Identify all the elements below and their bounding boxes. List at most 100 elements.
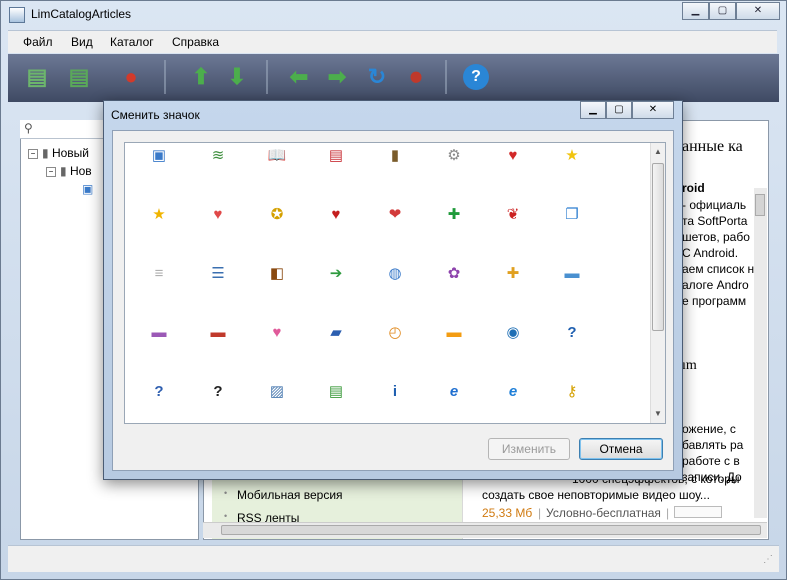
book-brown-icon[interactable]: ◧ xyxy=(267,264,287,284)
meta-separator: | xyxy=(538,506,542,520)
heart-red-icon[interactable]: ♥ xyxy=(208,205,228,225)
question-circle-icon[interactable]: ? xyxy=(562,323,582,343)
title-bar: LimCatalogArticles ▁ ▢ ✕ xyxy=(1,1,786,29)
article-line: - официаль xyxy=(682,198,747,212)
article-line: алоге Andro xyxy=(682,278,749,292)
help-book-icon[interactable]: ? xyxy=(149,382,169,402)
notebook-icon[interactable]: ▤ xyxy=(326,146,346,166)
article-line: шетов, рабо xyxy=(682,230,750,244)
tree-node-child[interactable]: − ▮ Нов xyxy=(46,164,92,178)
folder-red-icon[interactable]: ▬ xyxy=(208,323,228,343)
search-icon: ⚲ xyxy=(24,121,33,135)
key-icon[interactable]: ⚷ xyxy=(562,382,582,402)
catalog-icon: ▮ xyxy=(60,164,67,178)
add-catalog-icon[interactable]: ▤ xyxy=(22,62,52,92)
star-icon[interactable]: ★ xyxy=(562,146,582,166)
collapse-icon[interactable]: − xyxy=(28,148,38,159)
document-heart-icon[interactable]: ❦ xyxy=(503,205,523,225)
menu-help[interactable]: Справка xyxy=(172,35,219,49)
change-button[interactable]: Изменить xyxy=(488,438,570,460)
nav-link-mobile[interactable]: Мобильная версия xyxy=(237,488,343,502)
resize-grip-icon[interactable]: ⋰ xyxy=(763,554,773,565)
image-icon[interactable]: ▨ xyxy=(267,382,287,402)
internet-explorer-blue-icon[interactable]: e xyxy=(503,382,523,402)
down-arrow-icon[interactable]: ⬇ xyxy=(222,62,252,92)
article-hscroll[interactable] xyxy=(203,522,767,538)
refresh-icon[interactable]: ↻ xyxy=(362,62,392,92)
close-button[interactable]: ✕ xyxy=(736,2,780,20)
nav-bullet: • xyxy=(224,511,228,521)
file-size: 25,33 Мб xyxy=(482,506,533,520)
internet-explorer-icon[interactable]: e xyxy=(444,382,464,402)
scroll-thumb[interactable] xyxy=(652,163,664,331)
landscape-icon[interactable]: ▤ xyxy=(326,382,346,402)
folder-clock-icon[interactable]: ◴ xyxy=(385,323,405,343)
dialog-minimize-button[interactable]: ▁ xyxy=(580,101,606,119)
minimize-button[interactable]: ▁ xyxy=(682,2,709,20)
books-stack-icon[interactable]: ≋ xyxy=(208,146,228,166)
dialog-title: Сменить значок xyxy=(111,108,200,122)
question-mark-icon[interactable]: ? xyxy=(208,382,228,402)
settings-document-icon[interactable]: ✿ xyxy=(444,264,464,284)
document-globe-icon[interactable]: ◍ xyxy=(385,264,405,284)
article-line: C Android. xyxy=(682,246,739,260)
collapse-icon[interactable]: − xyxy=(46,166,56,177)
folder-purple-icon[interactable]: ▬ xyxy=(149,323,169,343)
folder-heart-icon[interactable]: ♥ xyxy=(267,323,287,343)
document-list-icon[interactable]: ☰ xyxy=(208,264,228,284)
help-icon[interactable]: ? xyxy=(463,64,489,90)
rating-bar xyxy=(674,506,722,518)
picture-window-icon[interactable]: ▣ xyxy=(82,182,93,196)
app-icon xyxy=(9,7,25,23)
maximize-button[interactable]: ▢ xyxy=(709,2,736,20)
add-item-icon[interactable]: ▤ xyxy=(64,62,94,92)
heart-badge-icon[interactable]: ♥ xyxy=(503,146,523,166)
folder-add-icon[interactable]: ✚ xyxy=(503,264,523,284)
icon-grid-scrollbar[interactable]: ▲ ▼ xyxy=(650,143,665,423)
tree-node-label: Новый xyxy=(51,146,89,160)
article-line: бавлять ра xyxy=(682,438,744,452)
heart-circle-icon[interactable]: ❤ xyxy=(385,205,405,225)
back-arrow-icon[interactable]: ⬅ xyxy=(284,62,314,92)
folder-orange-icon[interactable]: ▬ xyxy=(444,323,464,343)
change-icon-dialog: Сменить значок ▁ ▢ ✕ ▲ ▼ ▣ ≋ 📖 ▤ ▮ ⚙ ♥ ★ ★ ♥ ✪ ♥ ❤ ✚ ❦… xyxy=(103,100,683,480)
article-line: аем список н xyxy=(682,262,755,276)
dialog-maximize-button[interactable]: ▢ xyxy=(606,101,632,119)
nav-bullet: • xyxy=(224,488,228,498)
stop-icon[interactable]: ⏺ xyxy=(401,62,431,92)
copy-document-icon[interactable]: ❐ xyxy=(562,205,582,225)
tree-node-root[interactable]: − ▮ Новый xyxy=(28,146,89,160)
article-vscroll[interactable] xyxy=(754,188,767,518)
delete-icon[interactable]: ● xyxy=(116,62,146,92)
picture-window-icon[interactable]: ▣ xyxy=(149,146,169,166)
globe-tool-icon[interactable]: ◉ xyxy=(503,323,523,343)
star-box-icon[interactable]: ✪ xyxy=(267,205,287,225)
menu-catalog[interactable]: Каталог xyxy=(110,35,154,49)
catalog-icon: ▮ xyxy=(42,146,49,160)
star-outline-icon[interactable]: ★ xyxy=(149,205,169,225)
meta-separator: | xyxy=(666,506,670,520)
blank-document-icon[interactable]: ≡ xyxy=(149,264,169,284)
scroll-thumb[interactable] xyxy=(755,194,765,216)
add-document-icon[interactable]: ✚ xyxy=(444,205,464,225)
up-arrow-icon[interactable]: ⬆ xyxy=(186,62,216,92)
dialog-close-button[interactable]: ✕ xyxy=(632,101,674,119)
info-icon[interactable]: i xyxy=(385,382,405,402)
folder-blue-icon[interactable]: ▬ xyxy=(562,264,582,284)
article-line: ожение, с xyxy=(682,422,736,436)
scroll-thumb[interactable] xyxy=(221,525,761,535)
heart-dark-icon[interactable]: ♥ xyxy=(326,205,346,225)
brown-book-icon[interactable]: ▮ xyxy=(385,146,405,166)
forward-arrow-icon[interactable]: ➡ xyxy=(322,62,352,92)
menu-file[interactable]: Файл xyxy=(23,35,53,49)
scroll-up-icon[interactable]: ▲ xyxy=(654,147,662,156)
cancel-button[interactable]: Отмена xyxy=(579,438,663,460)
scroll-down-icon[interactable]: ▼ xyxy=(654,409,662,418)
open-book-icon[interactable]: 📖 xyxy=(267,146,287,166)
document-arrow-icon[interactable]: ➔ xyxy=(326,264,346,284)
folder-open-blue-icon[interactable]: ▰ xyxy=(326,323,346,343)
article-subheading-2: ım xyxy=(682,358,697,373)
menu-view[interactable]: Вид xyxy=(71,35,93,49)
gear-icon[interactable]: ⚙ xyxy=(444,146,464,166)
dialog-body: ▲ ▼ ▣ ≋ 📖 ▤ ▮ ⚙ ♥ ★ ★ ♥ ✪ ♥ ❤ ✚ ❦ ❐ ≡ ☰ ◧ ➔ ◍ ✿ ✚ ▬ ▬ ▬ ♥ ▰ ◴ ▬ ◉??? ▨ ▤… xyxy=(112,130,674,471)
